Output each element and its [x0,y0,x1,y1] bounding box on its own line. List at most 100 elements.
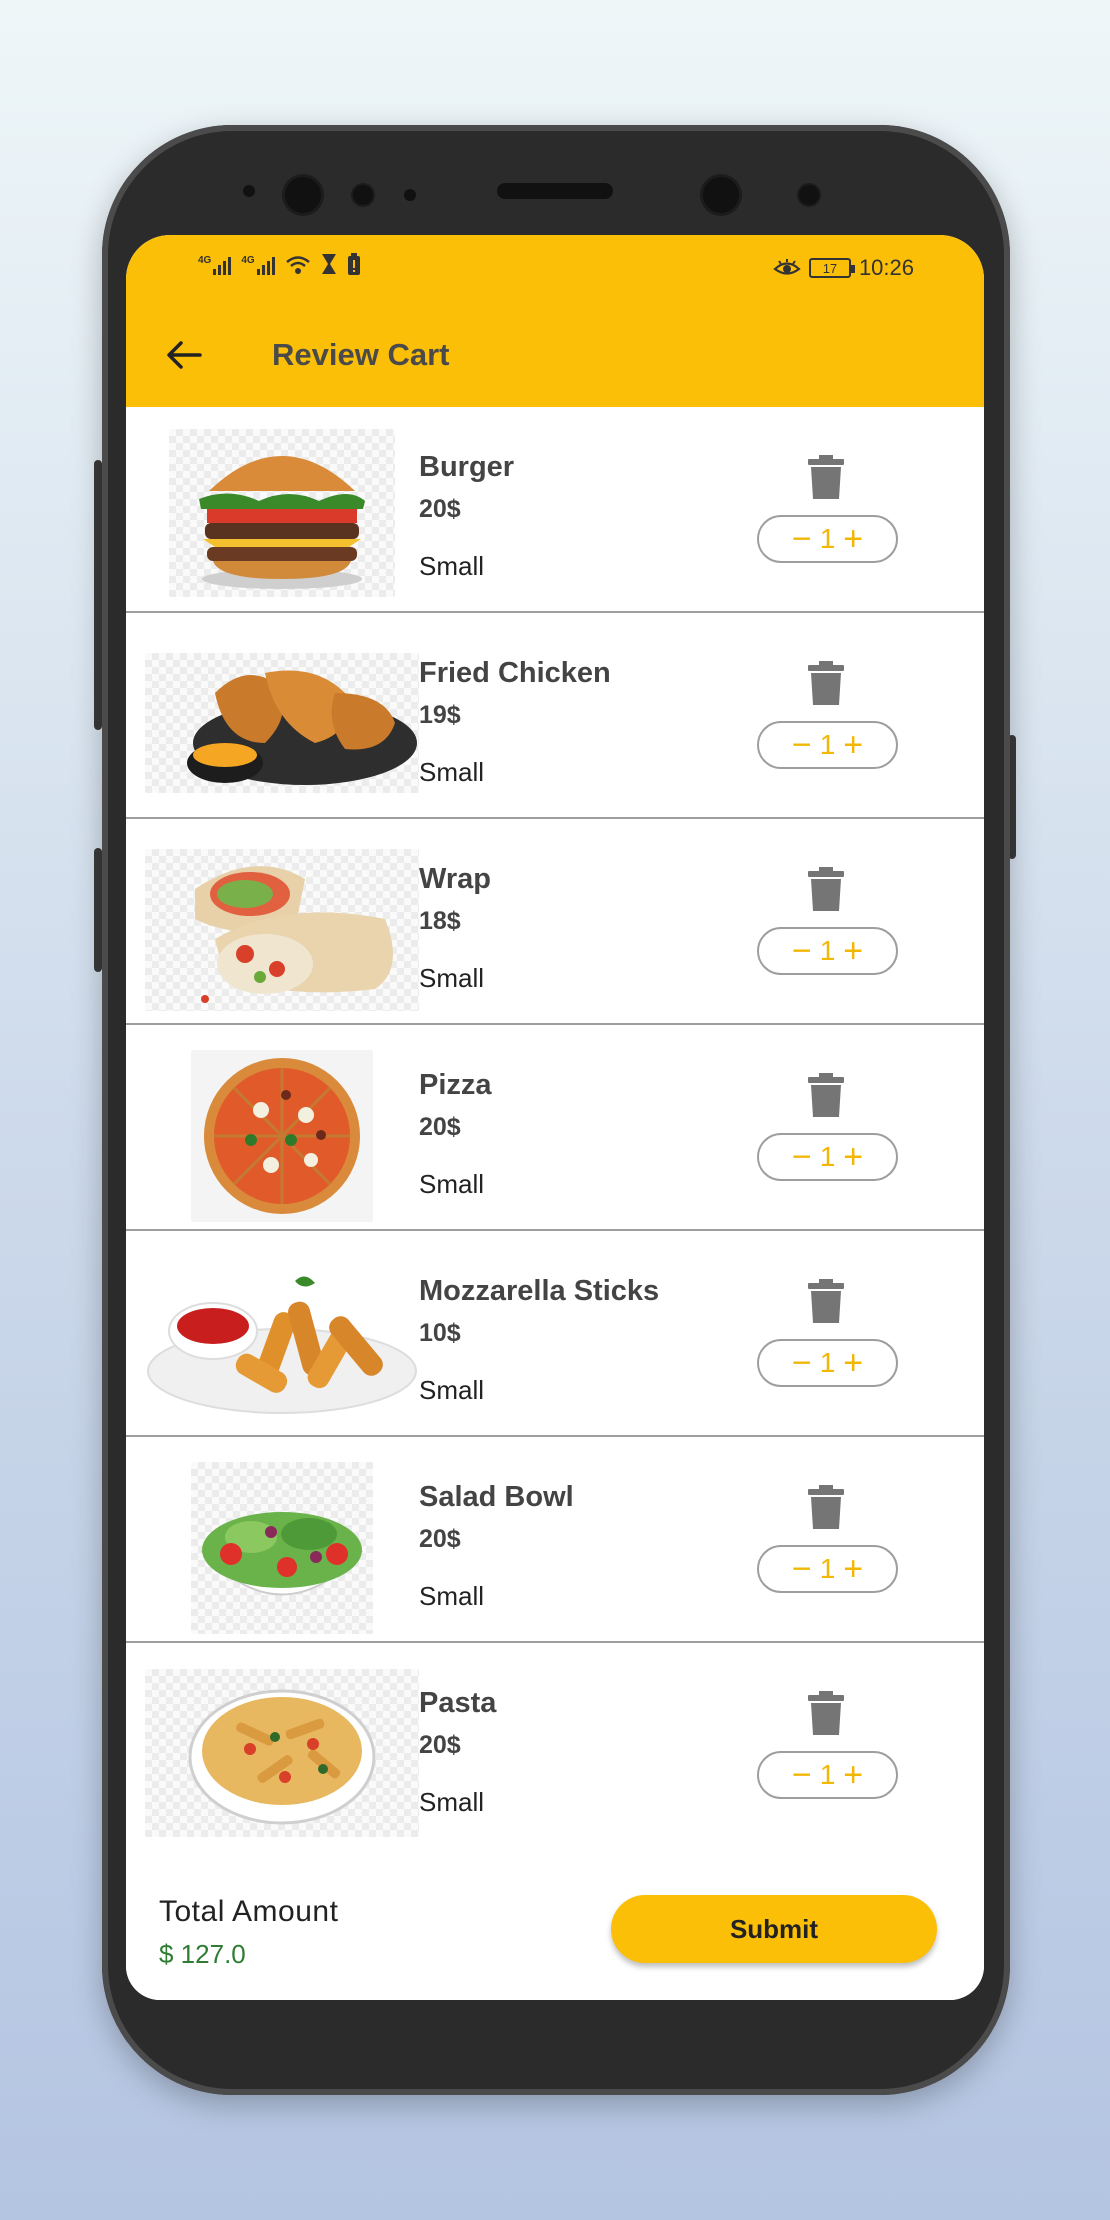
item-price: 20$ [419,1113,461,1141]
item-name: Burger [419,451,515,483]
quantity-stepper: − 1 + [757,1339,898,1387]
cart-footer: Total Amount $ 127.0 Submit [126,1847,984,2000]
quantity-stepper: − 1 + [757,1545,898,1593]
item-name: Salad Bowl [419,1481,574,1513]
mozzarella-sticks-illustration [147,1276,417,1414]
item-price: 20$ [419,495,461,523]
cart-item: Salad Bowl 20$ Small − 1 + [126,1437,984,1643]
status-bar-right: 17 10:26 [773,255,914,281]
item-name: Fried Chicken [419,657,611,689]
item-price: 19$ [419,701,461,729]
sensor-dot [353,185,373,205]
mozzarella-sticks-image [145,1271,419,1419]
sensor-dot [404,189,416,201]
cart-list[interactable]: Burger 20$ Small − 1 + Fried Chicken 19$… [126,407,984,1849]
salad-bowl-illustration [200,1512,364,1596]
item-size: Small [419,1581,485,1611]
signal-icon: 4G [198,255,232,275]
item-name: Wrap [419,863,491,895]
fried-chicken-image [145,653,419,793]
delete-icon[interactable] [808,661,844,705]
item-size: Small [419,1787,485,1817]
back-button[interactable] [162,333,206,377]
phone-volume-button [94,460,102,730]
delete-icon[interactable] [808,1691,844,1735]
quantity-stepper: − 1 + [757,515,898,563]
delete-icon[interactable] [808,1073,844,1117]
fried-chicken-illustration [187,670,417,785]
item-price: 20$ [419,1731,461,1759]
decrement-button[interactable]: − [792,728,812,762]
delete-icon[interactable] [808,455,844,499]
sensor-dot [799,185,819,205]
salad-bowl-image [191,1462,373,1634]
app-bar: 4G 4G 17 10:26 Review Cart [126,235,984,407]
quantity-value: 1 [819,935,836,966]
hourglass-icon [321,254,336,274]
increment-button[interactable]: + [843,1140,863,1174]
item-name: Pizza [419,1069,492,1101]
increment-button[interactable]: + [843,1346,863,1380]
quantity-value: 1 [819,1553,836,1584]
front-camera [285,177,321,213]
item-price: 20$ [419,1525,461,1553]
decrement-button[interactable]: − [792,1552,812,1586]
cart-item: Mozzarella Sticks 10$ Small − 1 + [126,1231,984,1437]
delete-icon[interactable] [808,1485,844,1529]
quantity-value: 1 [819,1347,836,1378]
quantity-value: 1 [819,523,836,554]
quantity-value: 1 [819,1141,836,1172]
delete-icon[interactable] [808,867,844,911]
item-size: Small [419,963,485,993]
item-size: Small [419,757,485,787]
wrap-illustration [195,866,393,1003]
total-amount-label: Total Amount [159,1895,339,1928]
increment-button[interactable]: + [843,728,863,762]
burger-illustration [199,456,365,589]
page-title: Review Cart [272,337,450,372]
signal-icon: 4G [241,255,275,275]
burger-image [169,429,395,597]
delete-icon[interactable] [808,1279,844,1323]
increment-button[interactable]: + [843,1758,863,1792]
decrement-button[interactable]: − [792,1346,812,1380]
status-bar-left: 4G 4G [198,253,361,275]
cart-item: Pizza 20$ Small − 1 + [126,1025,984,1231]
status-time: 10:26 [858,255,914,280]
cart-item: Fried Chicken 19$ Small − 1 + [126,613,984,819]
decrement-button[interactable]: − [792,522,812,556]
item-size: Small [419,1375,485,1405]
decrement-button[interactable]: − [792,1758,812,1792]
phone-side-button [94,848,102,972]
quantity-stepper: − 1 + [757,721,898,769]
earpiece-speaker [497,183,613,199]
battery-alert-icon [347,253,360,275]
submit-button[interactable]: Submit [611,1895,937,1963]
quantity-stepper: − 1 + [757,1751,898,1799]
item-size: Small [419,551,485,581]
cart-item: Pasta 20$ Small − 1 + [126,1643,984,1849]
pasta-image [145,1669,419,1837]
decrement-button[interactable]: − [792,1140,812,1174]
pasta-illustration [188,1689,376,1825]
quantity-stepper: − 1 + [757,1133,898,1181]
pizza-illustration [204,1058,360,1214]
app-screen: 4G 4G 17 10:26 Review Cart Burger 20$ Sm… [126,235,984,2000]
item-size: Small [419,1169,485,1199]
item-name: Mozzarella Sticks [419,1275,660,1307]
item-name: Pasta [419,1687,497,1719]
item-price: 10$ [419,1319,461,1347]
increment-button[interactable]: + [843,522,863,556]
increment-button[interactable]: + [843,934,863,968]
wrap-image [145,849,419,1011]
increment-button[interactable]: + [843,1552,863,1586]
pizza-image [191,1050,373,1222]
decrement-button[interactable]: − [792,934,812,968]
cart-item: Burger 20$ Small − 1 + [126,407,984,613]
total-amount-value: $ 127.0 [159,1939,246,1969]
item-price: 18$ [419,907,461,935]
sensor-dot [243,185,255,197]
battery-icon: 17 [808,258,855,278]
front-camera-secondary [703,177,739,213]
quantity-value: 1 [819,1759,836,1790]
